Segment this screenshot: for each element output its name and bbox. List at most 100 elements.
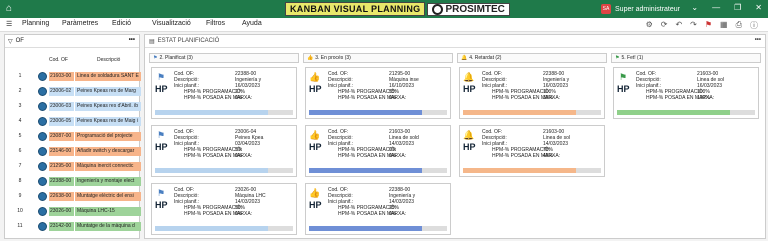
row-number: 10 (17, 208, 23, 214)
board-header: ▤ ESTAT PLANIFICACIÓ ••• (145, 35, 765, 48)
kanban-card[interactable]: 🔔 HP Cod. OF: Descripció: Inici planif.: HPM-… (459, 125, 605, 177)
calendar-icon[interactable]: ▦ (720, 20, 728, 31)
status-icon (38, 162, 47, 171)
kanban-card[interactable]: ⚑ HP Cod. OF: Descripció: Inici planif.: HPM-… (151, 125, 297, 177)
menu-edicio[interactable]: Edició (112, 20, 131, 27)
board-title: ESTAT PLANIFICACIÓ (157, 38, 220, 44)
undo-icon[interactable]: ↶ (675, 20, 682, 31)
card-values: 22388-00 Ingeniería y 14/03/2023 25% 0% (389, 187, 429, 217)
info-icon[interactable]: ⓘ (750, 20, 758, 31)
card-values: 22388-00 Ingeniería y 16/03/2023 27% 0% (235, 71, 275, 101)
col-header-desc[interactable]: Descripció (97, 57, 120, 63)
toolbar: ⚙ ⟳ ↶ ↷ ⚑ ▦ ⎙ ⓘ (646, 20, 758, 31)
cell-cod: 23006-05 (49, 117, 74, 126)
progress-bar (155, 226, 293, 231)
col-header-cod[interactable]: Cod. OF (49, 57, 68, 63)
progress-fill (309, 226, 423, 231)
table-row[interactable]: 9 22638-00 Muntatge elèctric del ensi (5, 191, 141, 202)
board-column: ⚑ 5. Fet! (1) ⚑ HP Cod. OF: Descripció: Inici … (611, 53, 761, 239)
card-type: HP (155, 84, 168, 94)
funnel-icon: ▽ (8, 38, 13, 45)
progress-bar (463, 110, 601, 115)
progress-fill (155, 110, 269, 115)
table-row[interactable]: 6 23146-00 Añadir switch y descargar (5, 146, 141, 157)
card-values: 23006-04 Peines Kpea 03/04/2023 5% 0% (235, 129, 275, 159)
table-row[interactable]: 1 21603-00 Linea de soldadura SANT E (5, 71, 141, 82)
kanban-card[interactable]: 🔔 HP Cod. OF: Descripció: Inici planif.: HPM-… (459, 67, 605, 119)
table-row[interactable]: 8 22388-00 Ingeniería y montaje elect (5, 176, 141, 187)
column-header[interactable]: ⚑ 2. Planificat (3) (149, 53, 299, 63)
close-icon[interactable]: ✕ (755, 3, 762, 12)
table-row[interactable]: 3 23006-03 Peines Kpeas res d'Abril. ib (5, 101, 141, 112)
table-row[interactable]: 11 23142-00 Muntatge de la màquina d (5, 221, 141, 232)
cell-desc: Programació del projecte (75, 132, 141, 141)
progress-fill (309, 110, 423, 115)
flag-icon: ⚑ (618, 72, 628, 82)
row-number: 11 (17, 223, 23, 229)
card-value: 0% (235, 211, 243, 217)
printer-icon[interactable]: ⎙ (736, 20, 742, 31)
board-icon: ▤ (149, 38, 155, 45)
cell-cod: 21603-00 (49, 72, 74, 81)
settings-icon[interactable]: ⚙ (646, 20, 653, 31)
card-value: 0% (389, 153, 397, 159)
menu-visualitzacio[interactable]: Visualització (152, 20, 191, 27)
thumb-icon: 👍 (309, 72, 321, 82)
column-title: 5. Fet! (1) (621, 54, 644, 61)
table-row[interactable]: 5 23087-00 Programació del projecte (5, 131, 141, 142)
table-row[interactable]: 2 23006-02 Peines Kpeas res de Marg (5, 86, 141, 97)
chevron-down-icon[interactable]: ⌄ (691, 3, 698, 12)
maximize-icon[interactable]: ❐ (734, 3, 741, 12)
card-values: 21603-00 Linea de sold 14/03/2023 0% 0% (389, 129, 429, 159)
card-value: 45% (543, 153, 554, 159)
progress-bar (309, 168, 447, 173)
more-options-icon[interactable]: ••• (129, 37, 135, 43)
kanban-card[interactable]: ⚑ HP Cod. OF: Descripció: Inici planif.: HPM-… (613, 67, 759, 119)
menu-parametres[interactable]: Paràmetres (62, 20, 98, 27)
table-row[interactable]: 4 23006-05 Peines Kpeas res de Maig i (5, 116, 141, 127)
thumb-icon: 👍 (309, 130, 321, 140)
kanban-card[interactable]: 👍 HP Cod. OF: Descripció: Inici planif.: HPM-… (305, 125, 451, 177)
kanban-card[interactable]: ⚑ HP Cod. OF: Descripció: Inici planif.: HPM-… (151, 67, 297, 119)
menu-icon[interactable]: ☰ (6, 20, 12, 28)
card-type: HP (463, 84, 476, 94)
redo-icon[interactable]: ↷ (690, 20, 697, 31)
column-header[interactable]: 👍 3. En procés (3) (303, 53, 453, 63)
table-row[interactable]: 10 23026-00 Màquina LHC-15 (5, 206, 141, 217)
minimize-icon[interactable]: — (712, 3, 720, 12)
brand-logo: PROSIMTEC (427, 2, 510, 16)
card-value: 0% (235, 153, 243, 159)
cell-desc: Añadir switch y descargar (75, 147, 141, 156)
home-icon[interactable]: ⌂ (3, 3, 15, 15)
column-header[interactable]: ⚑ 5. Fet! (1) (611, 53, 761, 63)
row-number: 2 (18, 88, 22, 94)
menu-ayuda[interactable]: Ayuda (242, 20, 262, 27)
card-value: 35% (543, 95, 554, 101)
logo-icon (432, 3, 444, 15)
kanban-card[interactable]: 👍 HP Cod. OF: Descripció: Inici planif.: HPM-… (305, 67, 451, 119)
cell-desc: Màquina inercit connectic (75, 162, 141, 171)
status-icon (38, 72, 47, 81)
row-number: 5 (18, 133, 22, 139)
cell-cod: 23087-00 (49, 132, 74, 141)
progress-bar (463, 168, 601, 173)
flag-icon[interactable]: ⚑ (705, 20, 712, 31)
column-header[interactable]: 🔔 4. Retardat (2) (457, 53, 607, 63)
kanban-card[interactable]: ⚑ HP Cod. OF: Descripció: Inici planif.: HPM-… (151, 183, 297, 235)
of-filter[interactable]: ▽ OF ••• (5, 35, 139, 48)
user-name: Super administrateur (615, 5, 680, 13)
progress-fill (155, 168, 269, 173)
thumb-icon: 👍 (307, 54, 314, 61)
cell-cod: 23142-00 (49, 222, 74, 231)
menu-filtros[interactable]: Filtros (206, 20, 225, 27)
flag-icon: ⚑ (156, 72, 166, 82)
kanban-card[interactable]: 👍 HP Cod. OF: Descripció: Inici planif.: HPM-… (305, 183, 451, 235)
menu-planning[interactable]: Planning (22, 20, 49, 27)
cell-desc: Peines Kpeas res d'Abril. ib (75, 102, 141, 111)
status-icon (38, 222, 47, 231)
row-number: 6 (18, 148, 22, 154)
refresh-icon[interactable]: ⟳ (661, 20, 668, 31)
table-row[interactable]: 7 21295-00 Màquina inercit connectic (5, 161, 141, 172)
more-options-icon[interactable]: ••• (755, 37, 761, 43)
user-menu[interactable]: SA Super administrateur (601, 4, 680, 14)
